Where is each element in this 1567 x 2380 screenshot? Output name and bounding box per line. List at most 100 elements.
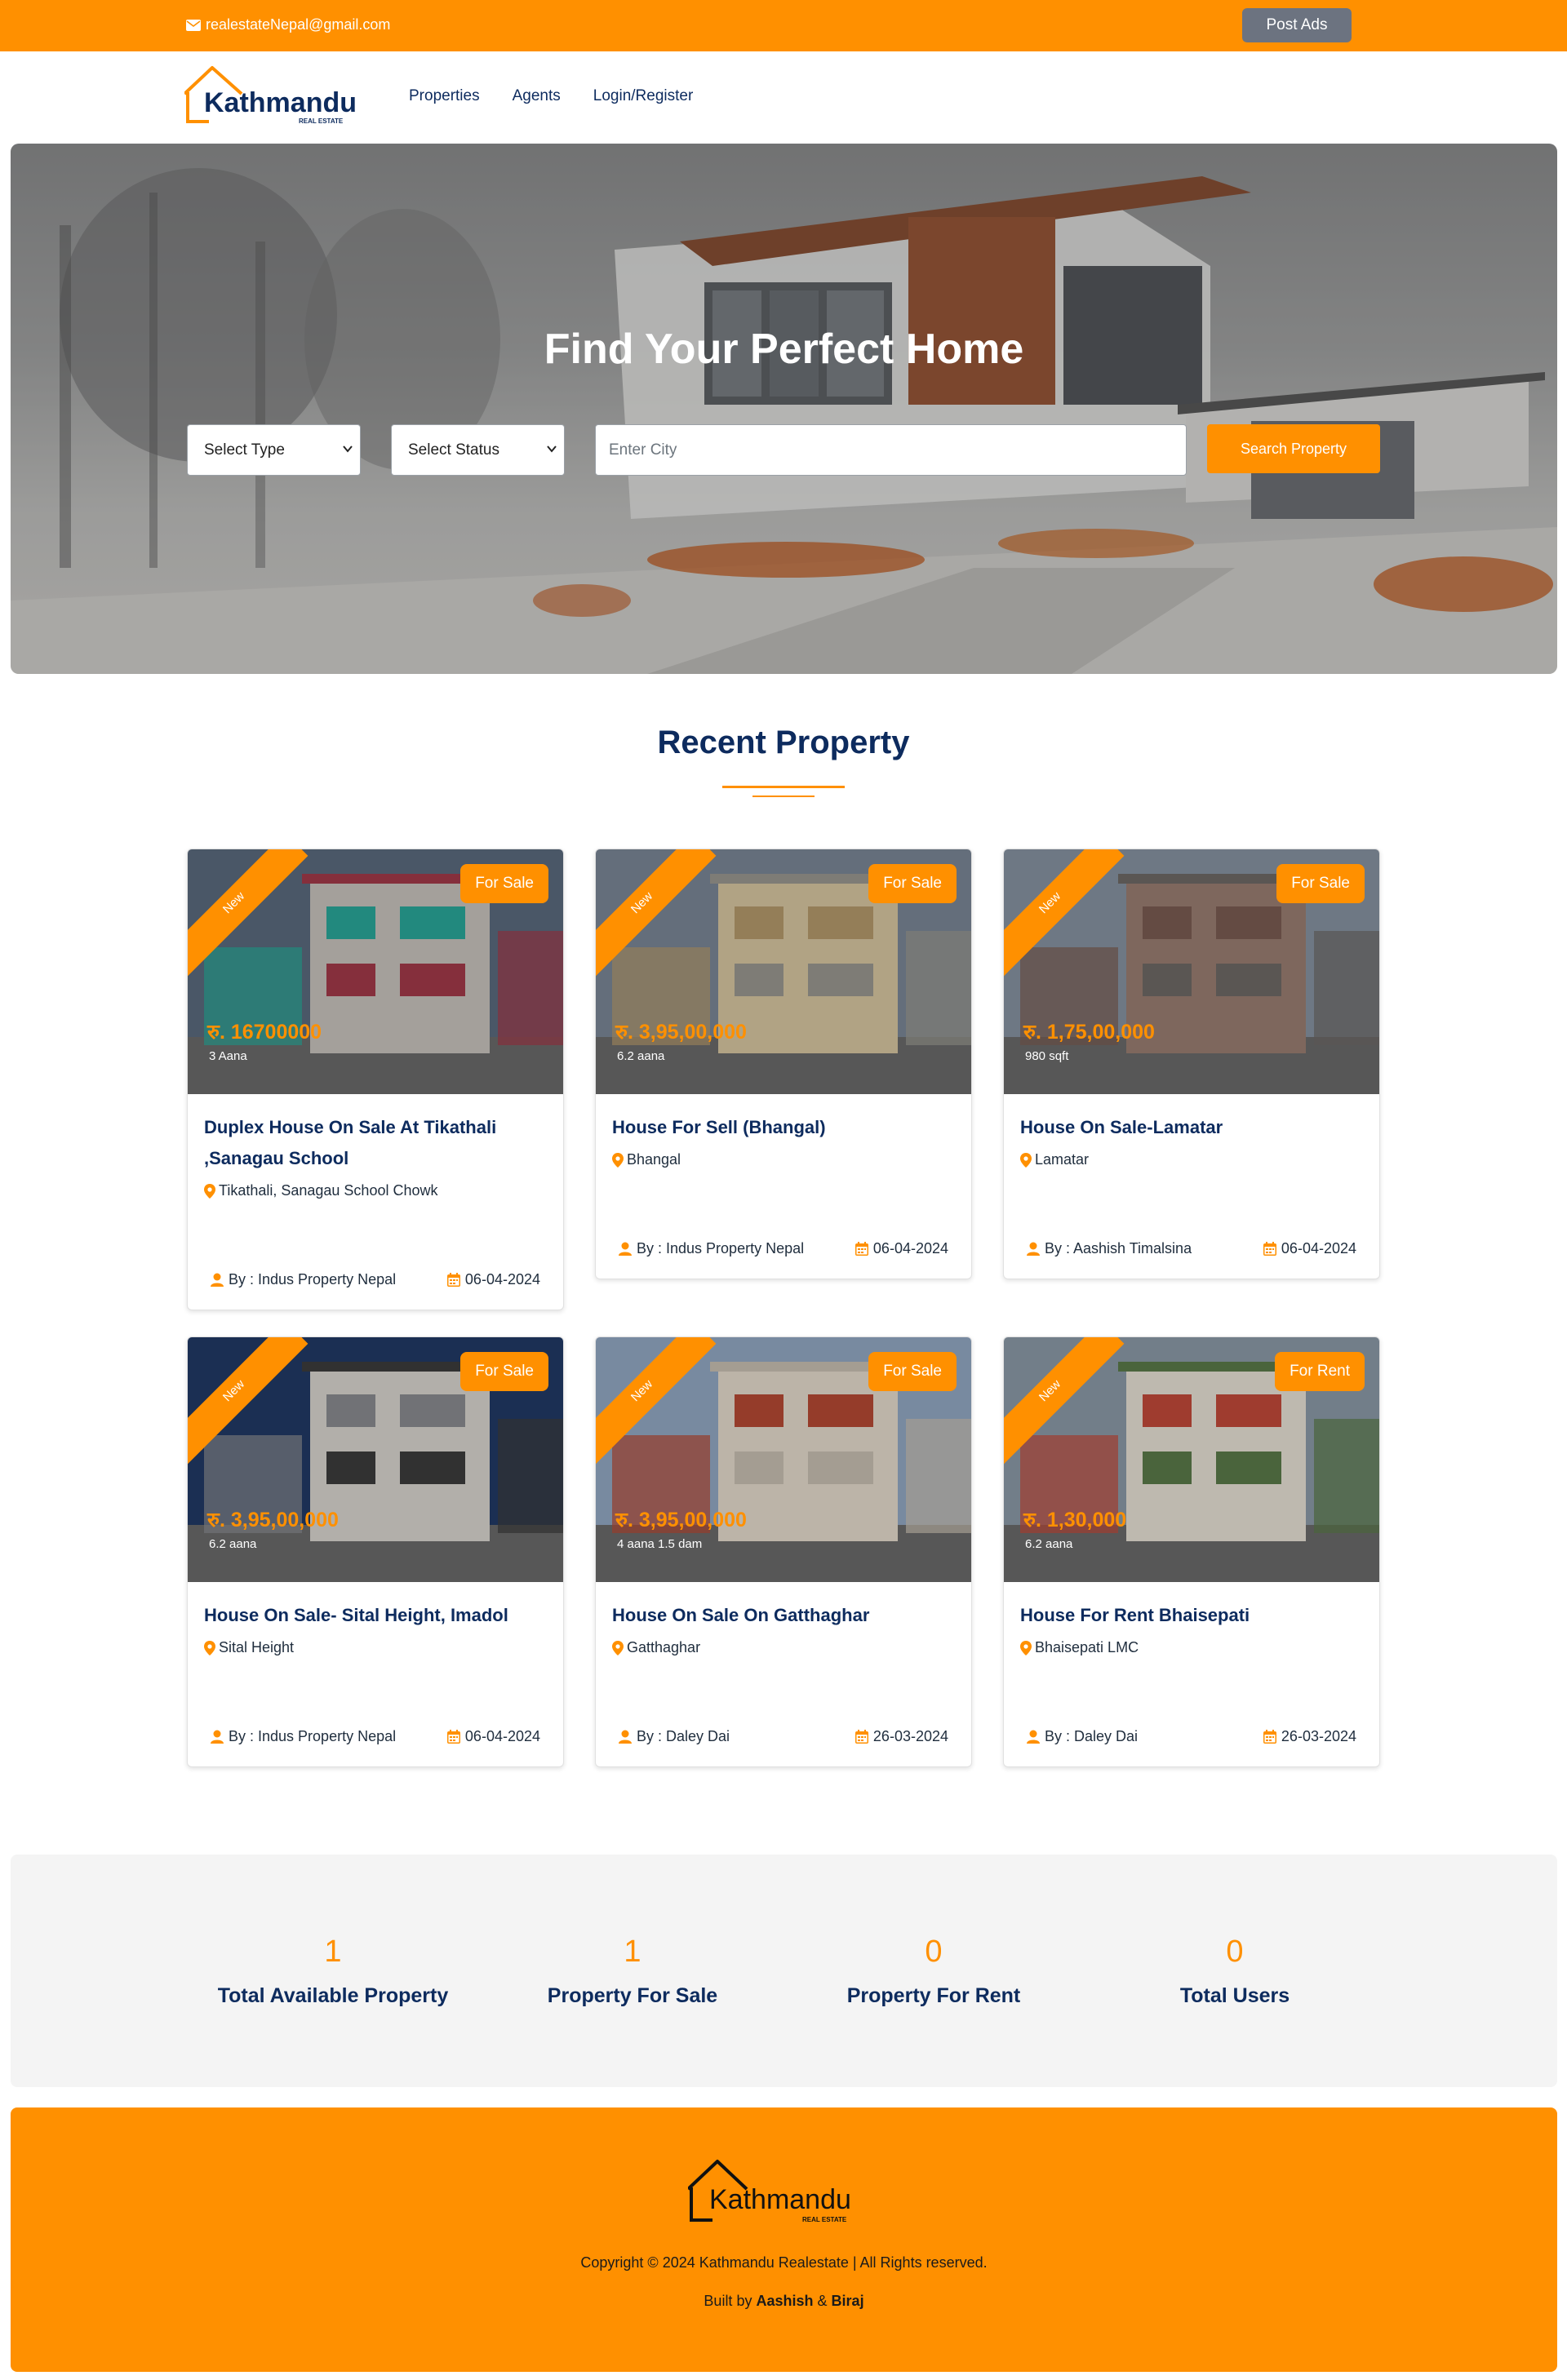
author-aashish: Aashish (756, 2293, 814, 2309)
agent-name: By : Aashish Timalsina (1045, 1240, 1192, 1256)
card-body: House On Sale-Lamatar Lamatar (1004, 1094, 1379, 1168)
stat-value: 1 (624, 1935, 641, 1969)
user-icon (211, 1273, 224, 1287)
stat-for-sale: 1 Property For Sale (486, 1935, 779, 2008)
chevron-down-icon (343, 445, 353, 453)
map-pin-icon (612, 1640, 624, 1655)
property-title[interactable]: House On Sale-Lamatar (1020, 1112, 1363, 1143)
calendar-icon (855, 1730, 868, 1744)
stat-value: 0 (925, 1935, 943, 1969)
property-image[interactable]: New For Sale रु. 3,95,00,000 4 aana 1.5 … (596, 1337, 971, 1582)
card-body: House On Sale On Gatthaghar Gatthaghar (596, 1582, 971, 1656)
post-date: 06-04-2024 (872, 1240, 948, 1256)
built-by-text: Built by Aashish & Biraj (11, 2293, 1557, 2310)
card-body: House For Sell (Bhangal) Bhangal (596, 1094, 971, 1168)
property-card[interactable]: New For Rent रु. 1,30,000 6.2 aana House… (1003, 1336, 1380, 1767)
svg-text:Kathmandu: Kathmandu (204, 87, 357, 118)
agent-info[interactable]: By : Aashish Timalsina (1027, 1240, 1192, 1257)
type-select-value: Select Type (204, 441, 285, 459)
date-info: 06-04-2024 (1263, 1240, 1356, 1257)
type-select[interactable]: Select Type (187, 424, 361, 476)
post-ads-button[interactable]: Post Ads (1242, 8, 1352, 42)
location-text: Bhangal (627, 1151, 681, 1168)
status-badge: For Sale (868, 864, 957, 903)
footer-logo[interactable]: Kathmandu REAL ESTATE (688, 2155, 868, 2227)
property-price: रु. 3,95,00,000 (615, 1509, 747, 1531)
contact-email[interactable]: realestateNepal@gmail.com (186, 16, 390, 33)
hero-overlay (11, 144, 1557, 674)
agent-info[interactable]: By : Indus Property Nepal (619, 1240, 804, 1257)
property-image[interactable]: New For Sale रु. 1,75,00,000 980 sqft (1004, 849, 1379, 1094)
main-nav: Kathmandu REAL ESTATE Properties Agents … (0, 51, 1567, 143)
property-image[interactable]: New For Sale रु. 3,95,00,000 6.2 aana (188, 1337, 563, 1582)
date-info: 26-03-2024 (1263, 1728, 1356, 1745)
card-body: House For Rent Bhaisepati Bhaisepati LMC (1004, 1582, 1379, 1656)
property-title[interactable]: House For Sell (Bhangal) (612, 1112, 955, 1143)
agent-name: By : Indus Property Nepal (637, 1240, 805, 1256)
property-card[interactable]: New For Sale रु. 3,95,00,000 4 aana 1.5 … (595, 1336, 972, 1767)
property-card[interactable]: New For Sale रु. 3,95,00,000 6.2 aana Ho… (595, 849, 972, 1279)
property-location: Tikathali, Sanagau School Chowk (204, 1182, 547, 1199)
calendar-icon (855, 1242, 868, 1256)
agent-info[interactable]: By : Indus Property Nepal (211, 1271, 396, 1288)
date-info: 06-04-2024 (446, 1728, 540, 1745)
property-title[interactable]: House On Sale- Sital Height, Imadol (204, 1600, 547, 1631)
property-image[interactable]: New For Sale रु. 16700000 3 Aana (188, 849, 563, 1094)
search-property-button[interactable]: Search Property (1207, 424, 1380, 473)
ribbon-label: New (220, 889, 247, 916)
property-title[interactable]: Duplex House On Sale At Tikathali ,Sanag… (204, 1112, 547, 1174)
calendar-icon (446, 1730, 460, 1744)
svg-text:Kathmandu: Kathmandu (709, 2184, 851, 2215)
property-card[interactable]: New For Sale रु. 3,95,00,000 6.2 aana Ho… (187, 1336, 564, 1767)
property-card[interactable]: New For Sale रु. 1,75,00,000 980 sqft Ho… (1003, 849, 1380, 1279)
property-card[interactable]: New For Sale रु. 16700000 3 Aana Duplex … (187, 849, 564, 1310)
ribbon-label: New (1036, 1376, 1063, 1404)
ribbon-label: New (628, 889, 655, 916)
status-badge: For Sale (868, 1352, 957, 1391)
nav-agents[interactable]: Agents (513, 87, 561, 105)
property-area: 4 aana 1.5 dam (617, 1537, 703, 1551)
card-meta: By : Indus Property Nepal 06-04-2024 (211, 1271, 540, 1288)
property-title[interactable]: House On Sale On Gatthaghar (612, 1600, 955, 1631)
nav-properties[interactable]: Properties (409, 87, 480, 105)
property-price: रु. 3,95,00,000 (615, 1021, 747, 1044)
hero-banner: Find Your Perfect Home Select Type Selec… (11, 144, 1557, 674)
card-meta: By : Aashish Timalsina 06-04-2024 (1027, 1240, 1356, 1257)
property-title[interactable]: House For Rent Bhaisepati (1020, 1600, 1363, 1631)
agent-name: By : Indus Property Nepal (229, 1271, 397, 1288)
property-area: 3 Aana (209, 1049, 247, 1063)
property-image[interactable]: New For Sale रु. 3,95,00,000 6.2 aana (596, 849, 971, 1094)
map-pin-icon (612, 1152, 624, 1168)
email-text: realestateNepal@gmail.com (206, 16, 391, 33)
envelope-icon (186, 19, 201, 31)
top-bar: realestateNepal@gmail.com Post Ads (0, 0, 1567, 51)
post-date: 06-04-2024 (464, 1271, 540, 1288)
city-placeholder: Enter City (609, 441, 677, 459)
stat-value: 0 (1226, 1935, 1244, 1969)
location-text: Bhaisepati LMC (1035, 1639, 1139, 1655)
stat-for-rent: 0 Property For Rent (787, 1935, 1081, 2008)
property-image[interactable]: New For Rent रु. 1,30,000 6.2 aana (1004, 1337, 1379, 1582)
agent-info[interactable]: By : Indus Property Nepal (211, 1728, 396, 1745)
location-text: Sital Height (219, 1639, 295, 1655)
date-info: 26-03-2024 (855, 1728, 948, 1745)
status-select[interactable]: Select Status (391, 424, 565, 476)
date-info: 06-04-2024 (446, 1271, 540, 1288)
agent-name: By : Daley Dai (637, 1728, 730, 1744)
title-underline-short (752, 796, 815, 797)
map-pin-icon (204, 1183, 215, 1199)
agent-info[interactable]: By : Daley Dai (619, 1728, 730, 1745)
nav-login-register[interactable]: Login/Register (593, 87, 694, 105)
brand-logo[interactable]: Kathmandu REAL ESTATE (184, 63, 361, 126)
card-meta: By : Daley Dai 26-03-2024 (1027, 1728, 1356, 1745)
agent-name: By : Daley Dai (1045, 1728, 1139, 1744)
title-underline (722, 786, 845, 788)
ribbon-label: New (220, 1376, 247, 1404)
card-meta: By : Indus Property Nepal 06-04-2024 (211, 1728, 540, 1745)
ribbon-label: New (628, 1376, 655, 1404)
city-input[interactable]: Enter City (595, 424, 1187, 476)
agent-info[interactable]: By : Daley Dai (1027, 1728, 1138, 1745)
built-prefix: Built by (704, 2293, 752, 2309)
card-body: House On Sale- Sital Height, Imadol Sita… (188, 1582, 563, 1656)
card-meta: By : Indus Property Nepal 06-04-2024 (619, 1240, 948, 1257)
